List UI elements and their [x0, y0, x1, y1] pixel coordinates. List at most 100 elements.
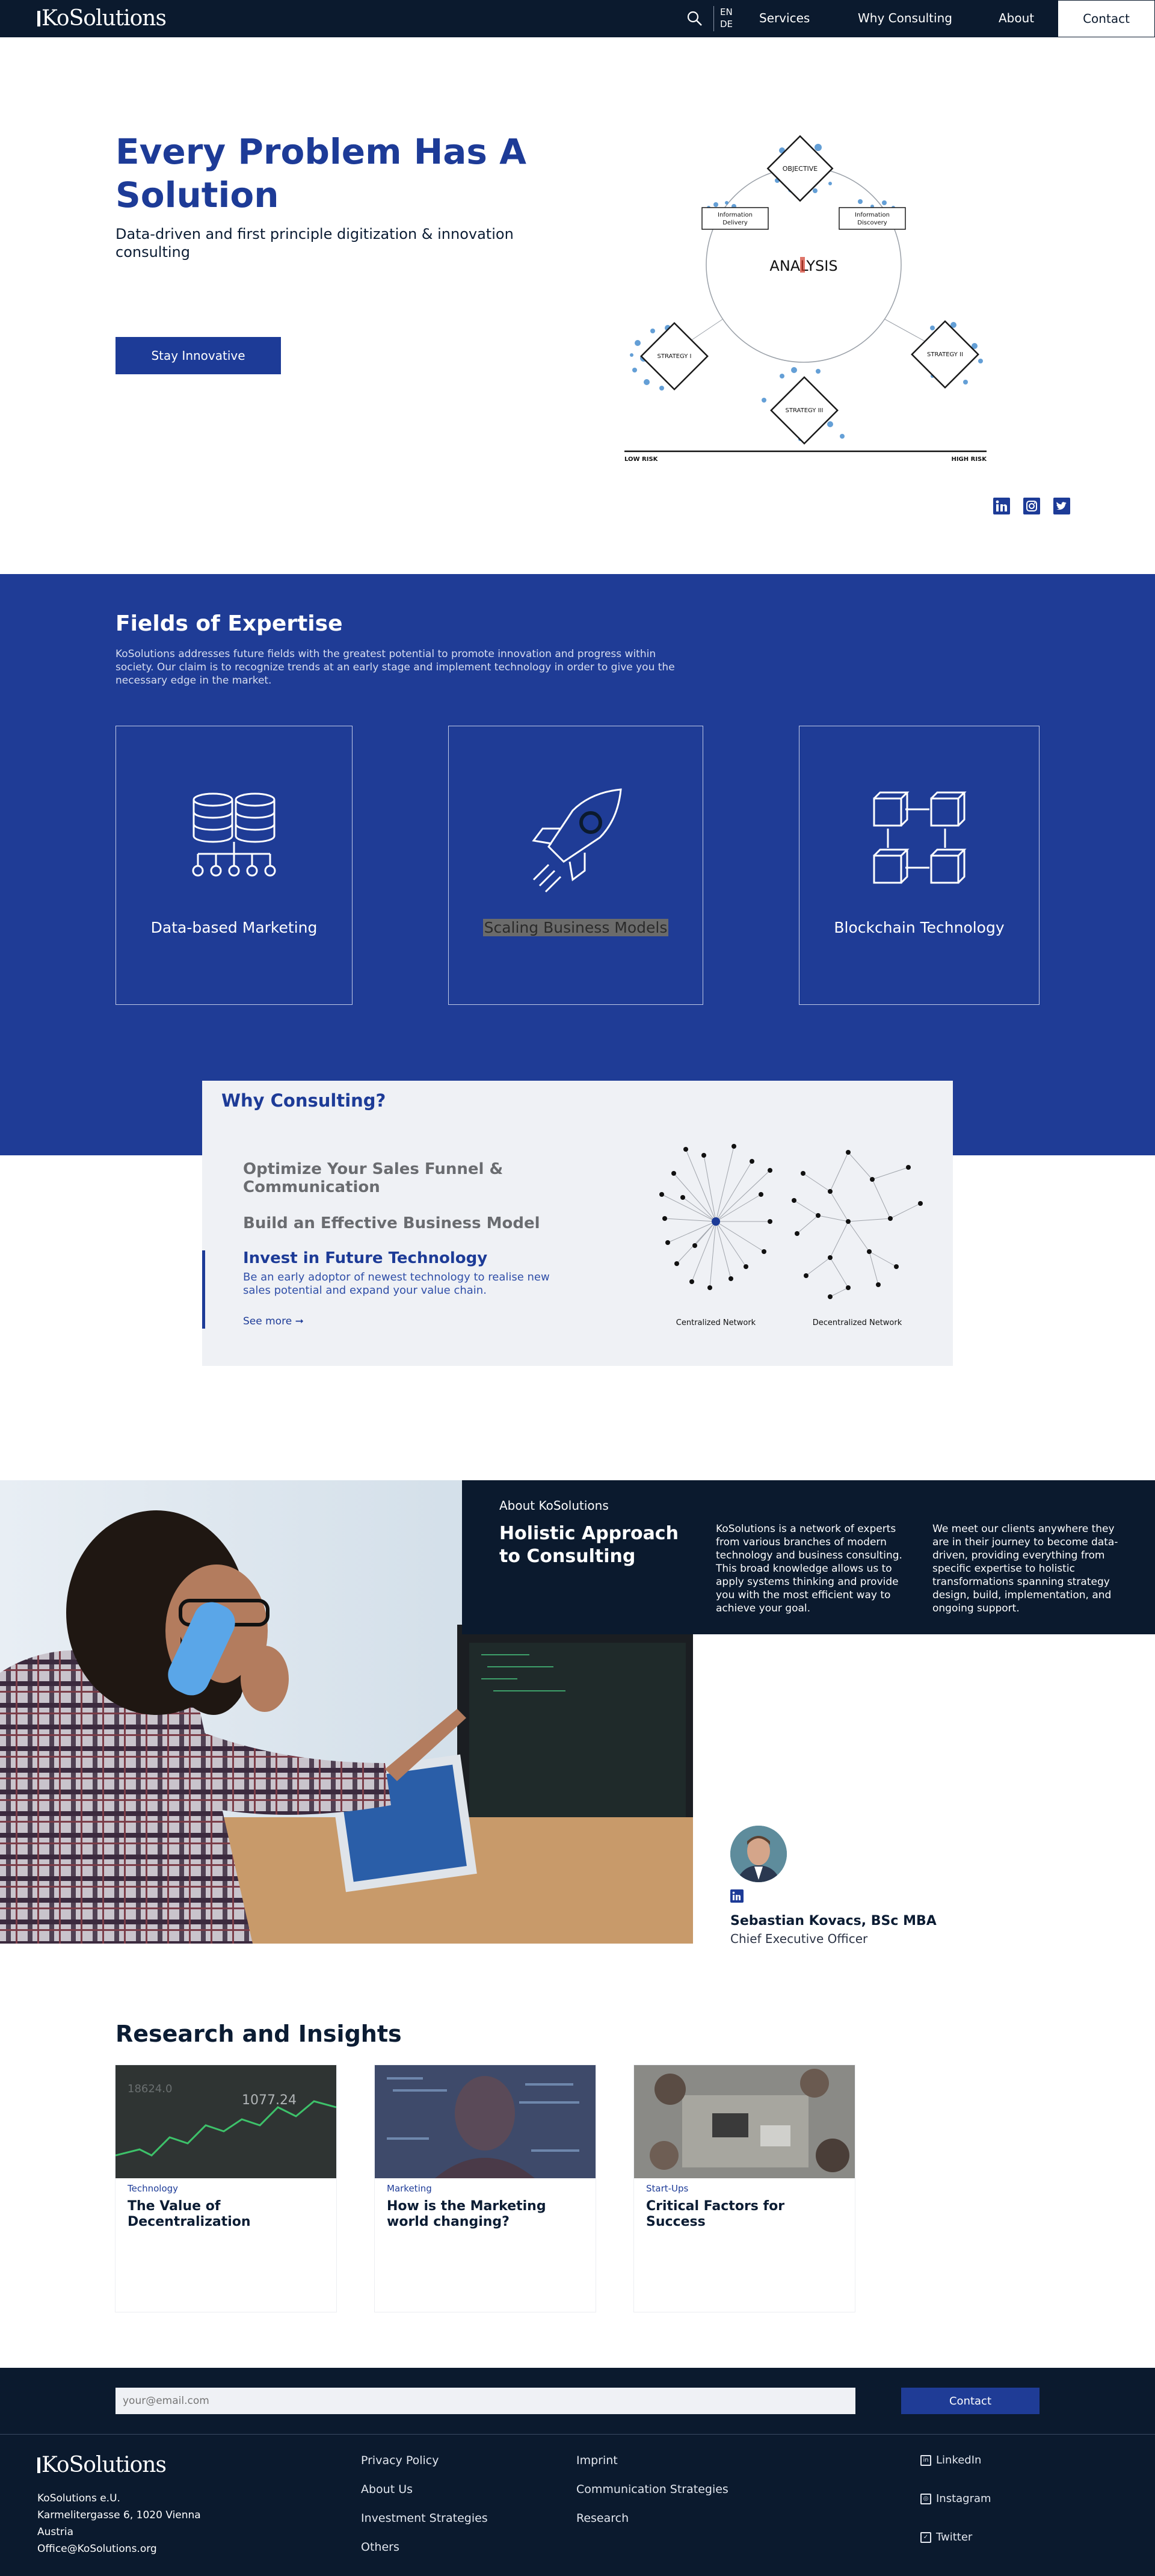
research-headline: The Value of Decentralization: [128, 2199, 251, 2229]
ceo-avatar: [730, 1826, 787, 1882]
why-item-description: Be an early adoptor of newest technology…: [243, 1271, 550, 1297]
database-icon: [192, 792, 276, 877]
expertise-card-marketing[interactable]: Data-based Marketing: [116, 726, 353, 1005]
company-name: KoSolutions e.U.: [37, 2492, 120, 2504]
decentralized-network-label: Decentralized Network: [813, 1318, 902, 1327]
see-more-label: See more: [243, 1315, 292, 1327]
nav-why-consulting[interactable]: Why Consulting: [858, 11, 952, 25]
active-item-indicator: [202, 1250, 205, 1329]
ceo-role: Chief Executive Officer: [730, 1932, 868, 1946]
twitter-icon[interactable]: [1053, 497, 1071, 515]
stay-innovative-button[interactable]: Stay Innovative: [116, 337, 281, 374]
nav-about[interactable]: About: [999, 11, 1034, 25]
footer-link-investment[interactable]: Investment Strategies: [361, 2512, 488, 2525]
svg-text:Information: Information: [718, 212, 753, 218]
footer-instagram[interactable]: ◎ Instagram: [920, 2492, 991, 2505]
research-title: Research and Insights: [116, 2021, 402, 2047]
newsletter-email-input[interactable]: [116, 2388, 855, 2414]
footer-link-communication[interactable]: Communication Strategies: [576, 2483, 728, 2496]
research-headline: How is the Marketing world changing?: [387, 2199, 546, 2229]
footer-contact-button[interactable]: Contact: [901, 2388, 1040, 2414]
ceo-name: Sebastian Kovacs, BSc MBA: [730, 1913, 937, 1929]
footer-link-imprint[interactable]: Imprint: [576, 2454, 618, 2467]
email-link[interactable]: Office@KoSolutions.org: [37, 2540, 201, 2557]
expertise-card-label: Blockchain Technology: [834, 919, 1005, 936]
language-switcher[interactable]: EN DE: [713, 6, 733, 31]
research-tag: Start-Ups: [646, 2183, 689, 2194]
instagram-icon: ◎: [920, 2493, 931, 2504]
instagram-icon[interactable]: [1023, 497, 1041, 515]
strategy-2-label: STRATEGY II: [927, 351, 963, 358]
expertise-description: KoSolutions addresses future fields with…: [116, 648, 675, 687]
footer-logo[interactable]: KoSolutions: [37, 2453, 167, 2477]
svg-text:1077.24: 1077.24: [242, 2093, 297, 2108]
street-address: Karmelitergasse 6, 1020 Vienna: [37, 2509, 201, 2521]
top-nav: KoSolutions EN DE Services Why Consultin…: [0, 0, 1155, 37]
about-text-1: KoSolutions is a network of experts from…: [716, 1523, 902, 1614]
strategy-1-label: STRATEGY I: [658, 353, 692, 360]
expertise-card-blockchain[interactable]: Blockchain Technology: [799, 726, 1040, 1005]
country: Austria: [37, 2526, 74, 2538]
why-item-future-technology[interactable]: Invest in Future Technology: [243, 1249, 487, 1267]
see-more-link[interactable]: See more ➞: [243, 1315, 304, 1327]
meeting-image: [634, 2065, 855, 2178]
hero-title: Every Problem Has A Solution: [116, 131, 526, 215]
about-title: Holistic Approach to Consulting: [499, 1523, 679, 1567]
footer-link-research[interactable]: Research: [576, 2512, 629, 2525]
arrow-right-icon: ➞: [295, 1315, 304, 1327]
svg-text:Delivery: Delivery: [722, 220, 748, 226]
footer-twitter[interactable]: ✓ Twitter: [920, 2531, 972, 2544]
expertise-title: Fields of Expertise: [116, 611, 343, 636]
page: KoSolutions EN DE Services Why Consultin…: [0, 0, 1155, 2576]
footer-linkedin[interactable]: in LinkedIn: [920, 2454, 981, 2466]
blockchain-icon: [873, 791, 967, 884]
footer-link-about[interactable]: About Us: [361, 2483, 413, 2496]
logo-text: KoSolutions: [42, 6, 167, 31]
footer-twitter-label: Twitter: [936, 2531, 973, 2544]
research-card-marketing[interactable]: Marketing How is the Marketing world cha…: [375, 2065, 596, 2312]
research-card-success[interactable]: Start-Ups Critical Factors for Success: [634, 2065, 855, 2312]
footer-linkedin-label: LinkedIn: [936, 2454, 982, 2466]
expertise-card-label-text: Scaling Business Models: [482, 919, 669, 936]
svg-text:18624.0: 18624.0: [128, 2083, 172, 2095]
objective-label: OBJECTIVE: [783, 165, 818, 173]
linkedin-icon: in: [920, 2454, 931, 2466]
footer-link-others[interactable]: Others: [361, 2540, 399, 2554]
svg-text:Information: Information: [855, 212, 890, 218]
low-risk-label: LOW RISK: [624, 456, 659, 463]
footer-instagram-label: Instagram: [936, 2492, 991, 2505]
footer-link-privacy[interactable]: Privacy Policy: [361, 2454, 439, 2467]
about-text-2: We meet our clients anywhere they are in…: [932, 1523, 1118, 1614]
why-consulting-title: Why Consulting?: [221, 1090, 386, 1111]
ceo-linkedin-icon[interactable]: [730, 1889, 744, 1903]
expertise-card-scaling[interactable]: Scaling Business Models: [448, 726, 703, 1005]
network-diagram: Centralized Network Decentralized Networ…: [659, 1144, 923, 1327]
about-label: About KoSolutions: [499, 1498, 609, 1513]
marketing-image: [375, 2065, 596, 2178]
research-headline: Critical Factors for Success: [646, 2199, 785, 2229]
svg-text:Discovery: Discovery: [857, 220, 887, 226]
lang-de[interactable]: DE: [720, 18, 733, 30]
nav-services[interactable]: Services: [759, 11, 810, 25]
strategy-3-label: STRATEGY III: [786, 407, 824, 414]
research-tag: Marketing: [387, 2183, 432, 2194]
search-icon[interactable]: [686, 10, 704, 28]
why-item-sales-funnel[interactable]: Optimize Your Sales Funnel & Communicati…: [243, 1160, 520, 1196]
hero-subtitle: Data-driven and first principle digitiza…: [116, 226, 514, 261]
footer-logo-text: KoSolutions: [42, 2453, 167, 2477]
why-item-business-model[interactable]: Build an Effective Business Model: [243, 1214, 540, 1232]
centralized-network-label: Centralized Network: [676, 1318, 756, 1327]
research-card-decentralization[interactable]: 18624.0 1077.24 Technology The Value of …: [116, 2065, 336, 2312]
linkedin-icon[interactable]: [993, 497, 1011, 515]
site-logo[interactable]: KoSolutions: [37, 6, 167, 31]
footer-address: KoSolutions e.U. Karmelitergasse 6, 1020…: [37, 2490, 201, 2557]
crypto-chart-image: 18624.0 1077.24: [116, 2065, 336, 2178]
twitter-icon: ✓: [920, 2531, 931, 2543]
rocket-icon: [532, 788, 622, 893]
expertise-card-label: Scaling Business Models: [449, 919, 703, 936]
high-risk-label: HIGH RISK: [951, 456, 987, 463]
expertise-card-label: Data-based Marketing: [150, 919, 318, 936]
lang-en[interactable]: EN: [720, 6, 733, 18]
nav-contact-button[interactable]: Contact: [1058, 0, 1155, 37]
strategy-diagram: OBJECTIVE Information Delivery Informati…: [624, 135, 987, 463]
